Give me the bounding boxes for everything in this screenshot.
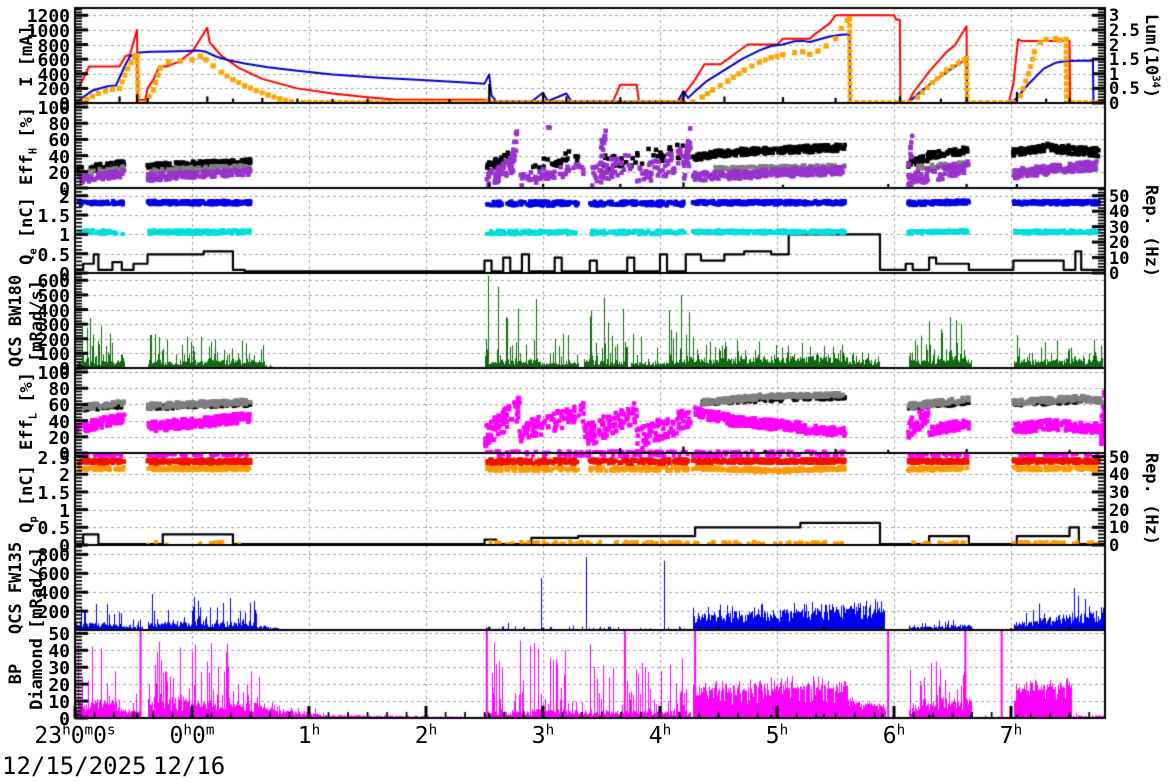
date-label-left: 12/15/2025	[2, 752, 147, 780]
right-tick-label: 50	[1109, 187, 1129, 207]
axis-title-qcs-fw135-units: [mRad/s]	[27, 547, 47, 629]
date-label-right: 12/16	[153, 752, 225, 780]
axis-title-q-electron: Qe [nC]	[17, 197, 37, 265]
axis-title-qcs-bw180-units: [mRad/s]	[27, 280, 47, 362]
x-tick-label: 0h0m	[170, 723, 215, 749]
right-tick-label: 40	[1109, 465, 1129, 485]
right-tick-label: 0	[1109, 536, 1119, 556]
x-tick-label: 7h	[1000, 723, 1022, 749]
axis-title-eff-l: EffL [%]	[17, 371, 37, 449]
x-tick-label: 5h	[766, 723, 788, 749]
right-tick-label: 3	[1109, 6, 1119, 26]
axis-title-eff-h: EffH [%]	[17, 106, 37, 184]
axis-title-bp-diamond: BP	[6, 664, 26, 684]
right-tick-label: 20	[1109, 501, 1129, 521]
strip-chart-figure: 02004006008001000120000.511.522.53I [mA]…	[0, 0, 1172, 782]
x-tick-label: 4h	[649, 723, 671, 749]
right-tick-label: 50	[1109, 448, 1129, 468]
axis-title-beam-current: I [mA]	[17, 25, 37, 86]
x-tick-label: 2h	[415, 723, 437, 749]
right-tick-label: 10	[1109, 518, 1129, 538]
right-tick-label: 30	[1109, 483, 1129, 503]
x-tick-label: 1h	[298, 723, 320, 749]
axis-title-q-positron: Qp [nC]	[17, 465, 37, 533]
x-tick-label: 3h	[532, 723, 554, 749]
axis-title-qcs-fw135: QCS FW135	[6, 541, 26, 633]
right-axis-title-q-positron: Rep. (Hz)	[1141, 453, 1161, 545]
axis-title-qcs-bw180: QCS BW180	[6, 274, 26, 366]
x-tick-label: 6h	[883, 723, 905, 749]
right-axis-title-q-electron: Rep. (Hz)	[1141, 184, 1161, 276]
x-tick-label: 23h0m0s	[34, 723, 115, 749]
axis-title-bp-diamond-units: Diamond	[27, 638, 47, 710]
right-axis-title-beam-current: Lum(1034)	[1141, 13, 1161, 97]
y-tick-label: 1200	[0, 6, 70, 27]
strip-chart-canvas	[0, 0, 1172, 782]
